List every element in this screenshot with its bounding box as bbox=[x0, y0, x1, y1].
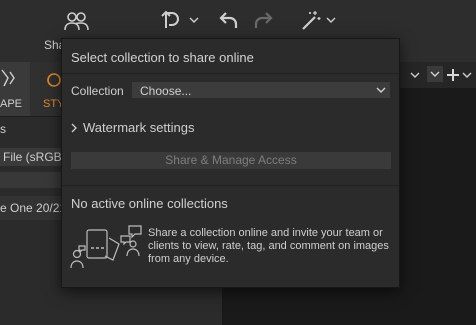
share-online-popup: Select collection to share online Collec… bbox=[61, 38, 400, 288]
dropdown-box[interactable] bbox=[427, 66, 443, 82]
redo-icon[interactable] bbox=[250, 8, 276, 32]
dropdown-chevron-icon bbox=[430, 71, 440, 77]
collection-label: Collection bbox=[71, 84, 124, 98]
collection-select-value: Choose... bbox=[140, 84, 192, 98]
watermark-settings-label: Watermark settings bbox=[83, 120, 195, 135]
tab-shape-label: APE bbox=[0, 98, 23, 110]
chevron-right-icon bbox=[71, 123, 77, 132]
share-manage-access-button[interactable]: Share & Manage Access bbox=[71, 152, 391, 169]
share-devices-illustration-icon bbox=[70, 225, 142, 269]
version-row: e One 20/21 bbox=[0, 196, 66, 220]
collection-select[interactable]: Choose... bbox=[132, 82, 390, 98]
style-icon bbox=[47, 73, 61, 87]
add-chevron-down-icon[interactable] bbox=[462, 71, 472, 79]
divider bbox=[62, 185, 399, 186]
add-icon[interactable] bbox=[446, 68, 460, 82]
panel-row-label: s bbox=[0, 122, 6, 136]
rotate-chevron-down-icon[interactable] bbox=[189, 16, 199, 24]
tab-shape[interactable]: APE bbox=[0, 62, 30, 116]
share-people-icon[interactable] bbox=[62, 8, 92, 34]
share-description: Share a collection online and invite you… bbox=[148, 227, 389, 265]
chevron-down-icon bbox=[376, 87, 386, 93]
divider bbox=[62, 73, 399, 74]
watermark-settings-toggle[interactable]: Watermark settings bbox=[71, 120, 195, 135]
right-toolbar-strip bbox=[398, 62, 476, 88]
output-file-row[interactable]: File (sRGB I bbox=[0, 148, 68, 166]
magic-wand-icon[interactable] bbox=[298, 8, 324, 32]
popup-title: Select collection to share online bbox=[71, 50, 254, 65]
rotate-icon[interactable] bbox=[158, 8, 184, 32]
view-chevron-down-icon[interactable] bbox=[410, 71, 420, 79]
undo-icon[interactable] bbox=[216, 8, 242, 32]
no-collections-heading: No active online collections bbox=[71, 196, 228, 211]
wand-chevron-down-icon[interactable] bbox=[326, 16, 336, 24]
shape-icon bbox=[1, 69, 15, 87]
output-file-label: File (sRGB I bbox=[3, 150, 69, 164]
version-label: e One 20/21 bbox=[0, 201, 67, 215]
panel-bar bbox=[0, 172, 62, 188]
tab-style[interactable]: STY bbox=[30, 62, 64, 116]
